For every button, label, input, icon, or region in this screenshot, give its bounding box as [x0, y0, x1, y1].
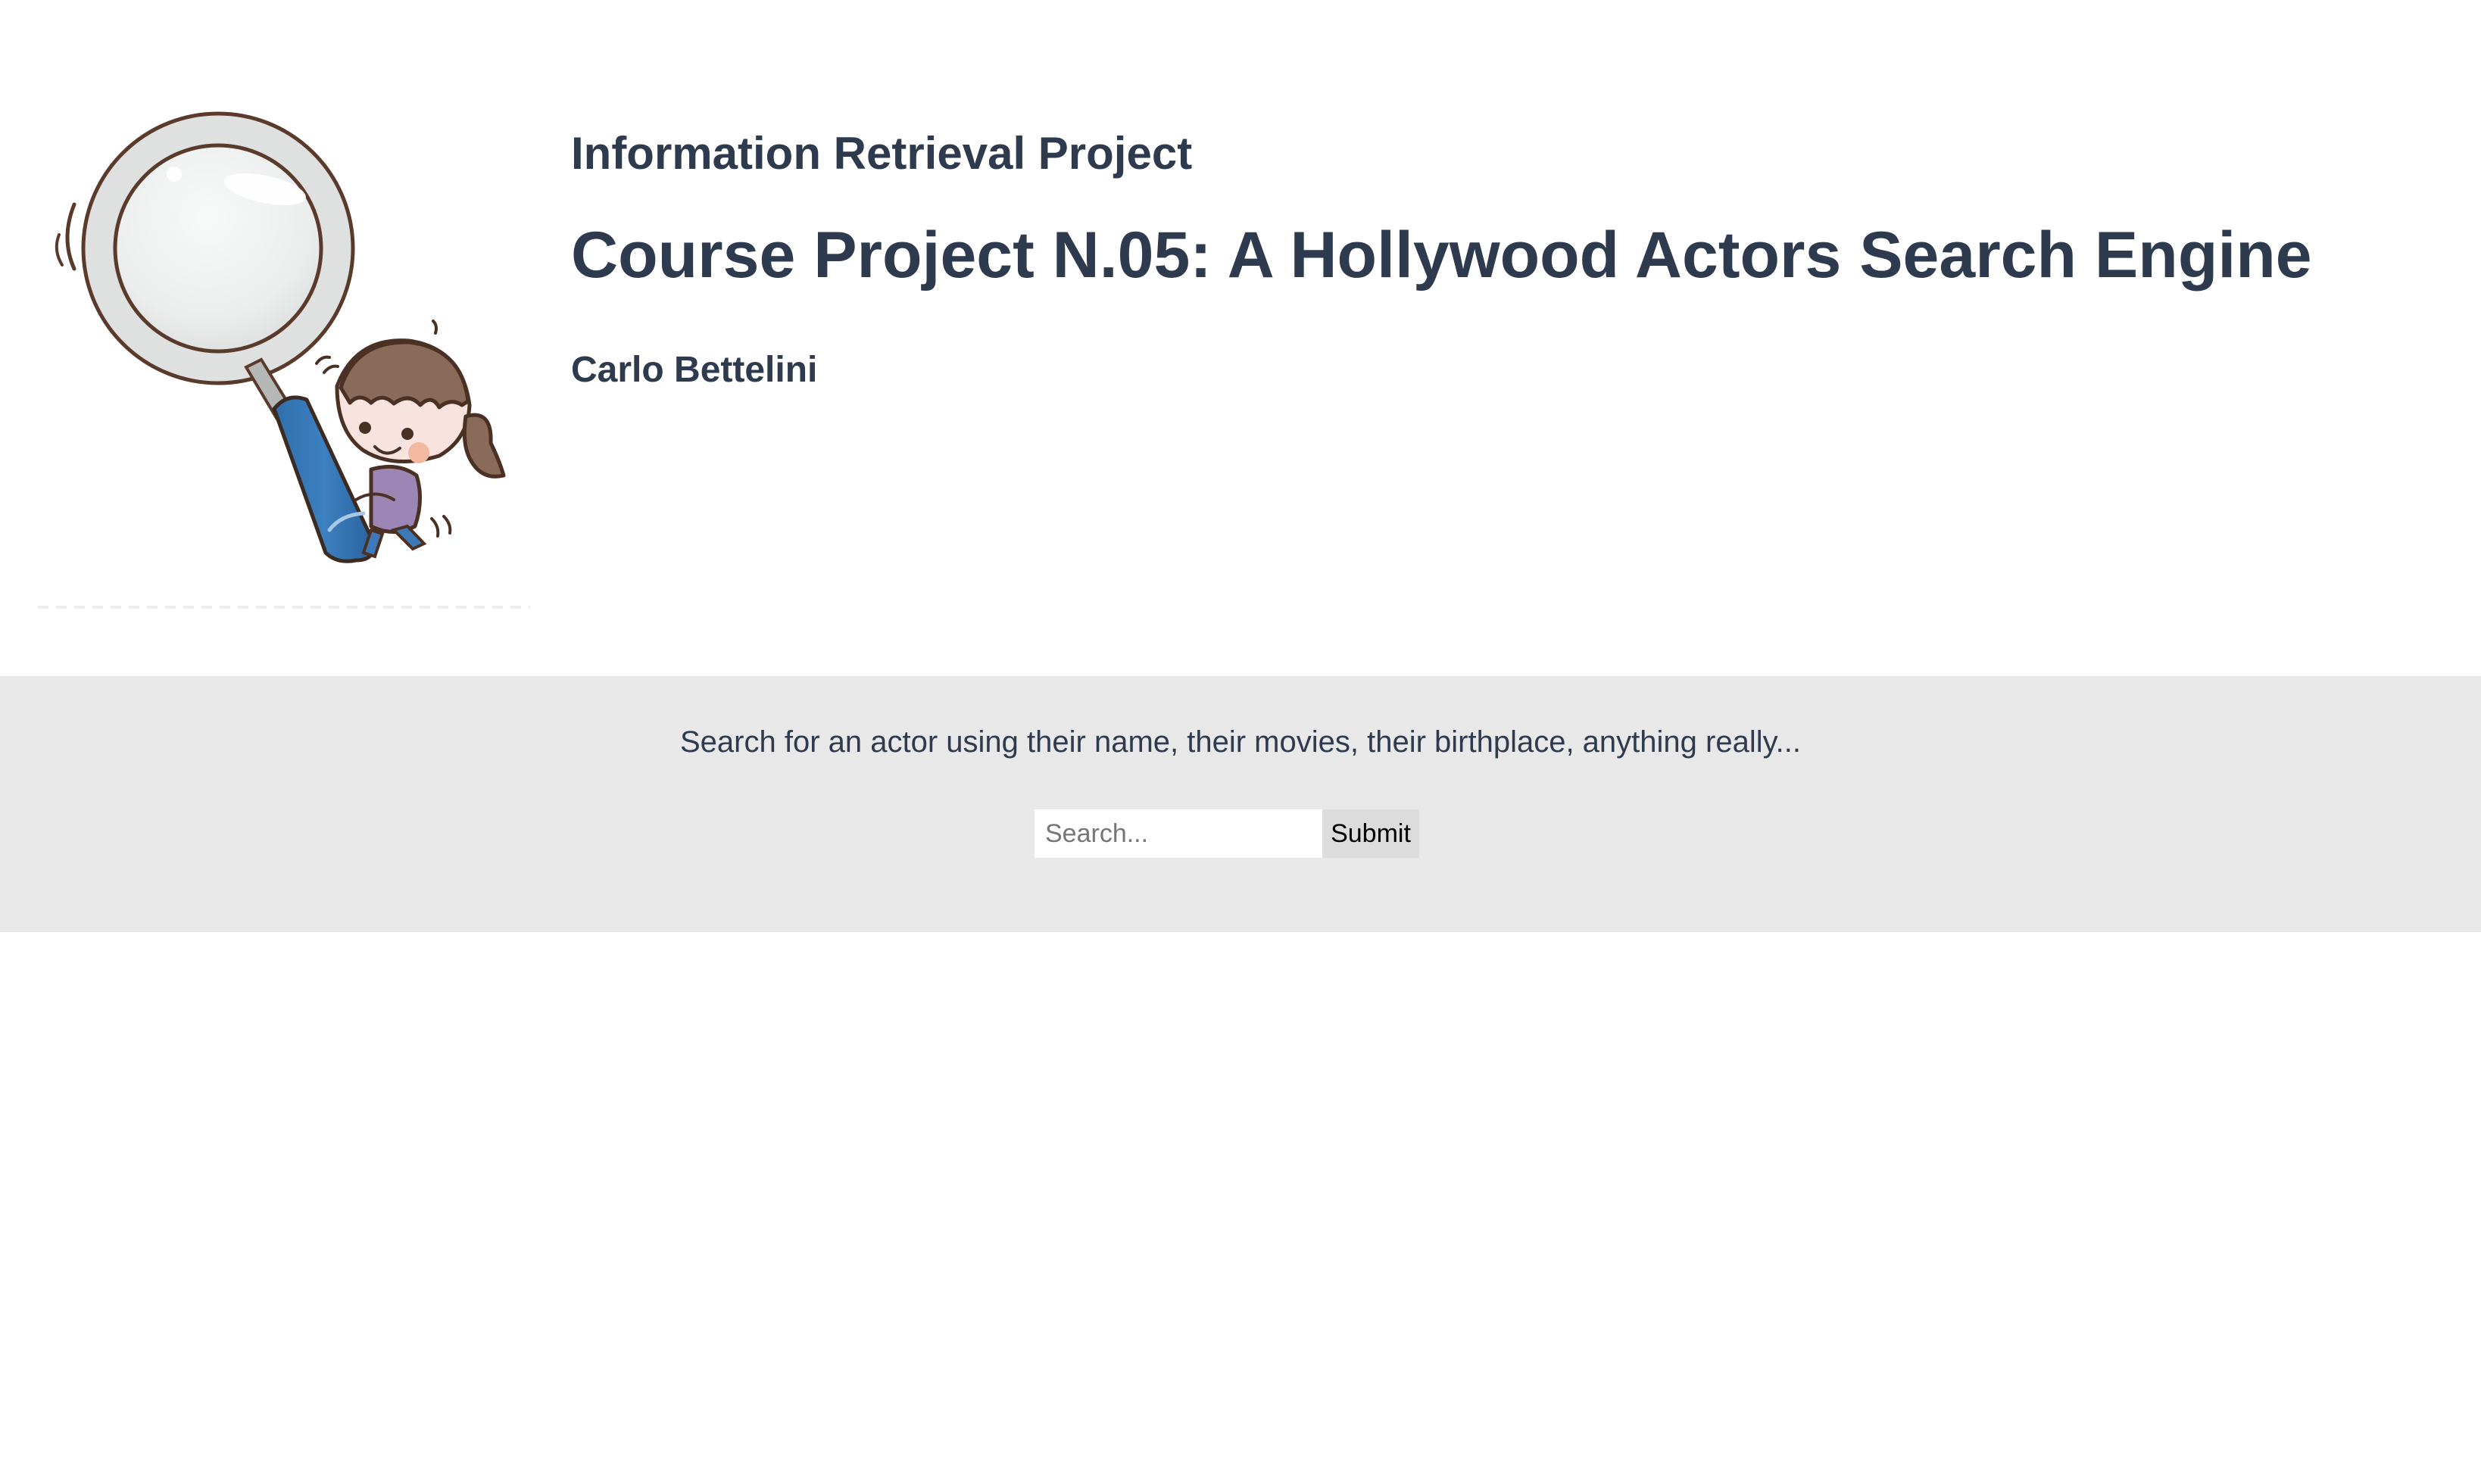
- results-area: [0, 932, 2481, 1484]
- page-title: Course Project N.05: A Hollywood Actors …: [571, 219, 2312, 292]
- search-form: Submit: [1035, 809, 1419, 858]
- page-header: Information Retrieval Project Course Pro…: [0, 0, 2481, 676]
- author-name: Carlo Bettelini: [571, 350, 818, 390]
- search-prompt-text: Search for an actor using their name, th…: [680, 725, 1801, 759]
- project-kicker: Information Retrieval Project: [571, 128, 1193, 179]
- search-section: Search for an actor using their name, th…: [0, 676, 2481, 932]
- magnifier-girl-illustration-icon: [38, 106, 538, 621]
- search-input[interactable]: [1035, 809, 1322, 858]
- submit-button[interactable]: Submit: [1322, 809, 1419, 858]
